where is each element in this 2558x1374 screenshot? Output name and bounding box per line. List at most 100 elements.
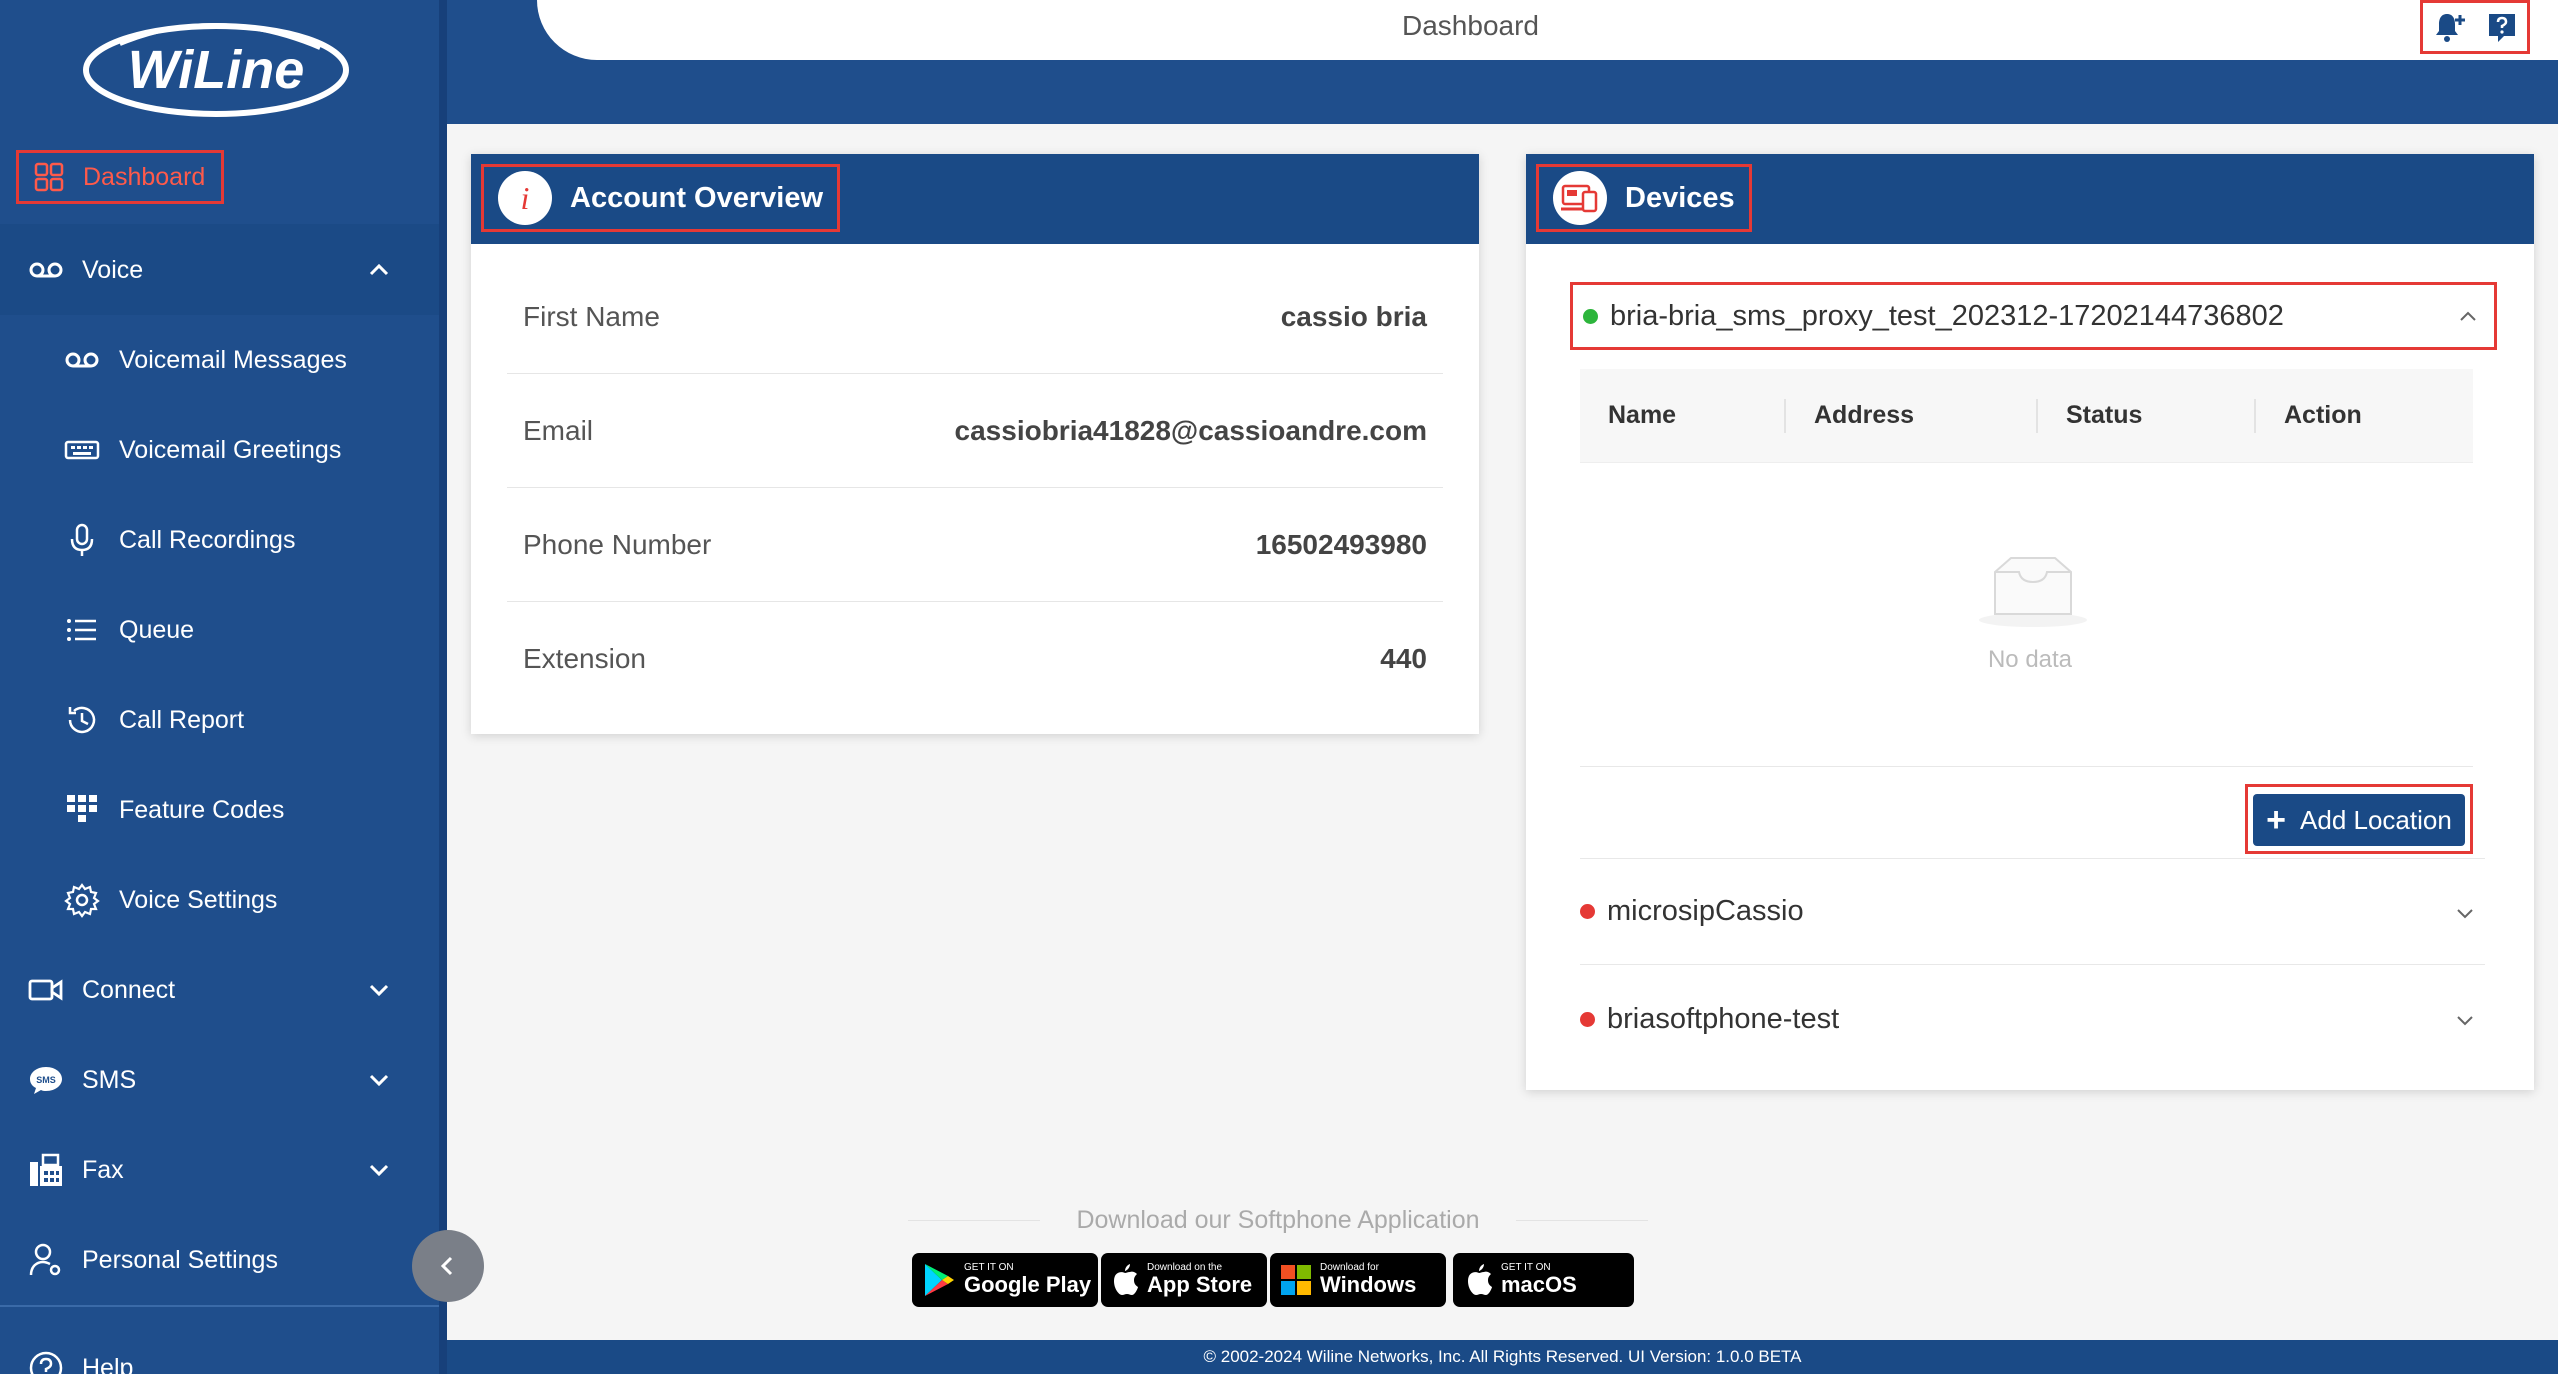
sidebar-item-voicemail-messages[interactable]: Voicemail Messages bbox=[0, 315, 439, 405]
sidebar-scrollbar[interactable] bbox=[439, 0, 447, 1374]
header-actions bbox=[2420, 0, 2530, 54]
google-play-icon bbox=[925, 1264, 954, 1296]
sms-bubble-icon: SMS bbox=[30, 1067, 62, 1094]
field-label: Email bbox=[523, 414, 594, 446]
chevron-left-icon bbox=[440, 1256, 453, 1276]
card-header: Devices bbox=[1526, 154, 2534, 244]
sidebar-item-fax[interactable]: Fax bbox=[0, 1125, 439, 1215]
video-camera-icon bbox=[28, 979, 63, 1001]
sidebar-item-voice-settings[interactable]: Voice Settings bbox=[0, 855, 439, 945]
history-icon bbox=[68, 706, 96, 734]
sidebar-item-feature-codes[interactable]: Feature Codes bbox=[0, 765, 439, 855]
microphone-icon bbox=[70, 523, 94, 556]
collapse-sidebar-button[interactable] bbox=[412, 1230, 484, 1302]
column-header-status: Status bbox=[2066, 401, 2143, 429]
device-row[interactable]: microsipCassio bbox=[1580, 859, 2485, 965]
locations-table-header: Name Address Status Action bbox=[1580, 369, 2473, 463]
page-title: Dashboard bbox=[1402, 10, 1539, 41]
sidebar-item-label: Connect bbox=[82, 975, 176, 1004]
badge-title: Google Play bbox=[964, 1272, 1092, 1297]
device-header-expanded[interactable]: bria-bria_sms_proxy_test_202312-17202144… bbox=[1570, 282, 2497, 350]
sidebar-item-label: Call Report bbox=[119, 705, 245, 734]
svg-text:i: i bbox=[521, 180, 530, 216]
empty-state-text: No data bbox=[1987, 646, 2073, 673]
user-settings-icon bbox=[29, 1243, 61, 1276]
help-icon[interactable] bbox=[2486, 11, 2518, 43]
sidebar-item-connect[interactable]: Connect bbox=[0, 945, 439, 1035]
google-play-badge[interactable]: GET IT ON Google Play bbox=[912, 1253, 1098, 1307]
column-header-action: Action bbox=[2284, 401, 2362, 429]
apple-icon bbox=[1114, 1264, 1138, 1295]
sidebar-item-label: Call Recordings bbox=[119, 525, 296, 554]
sidebar-item-label: Queue bbox=[119, 615, 195, 644]
sidebar-item-help[interactable]: Help bbox=[0, 1323, 439, 1374]
sidebar-item-sms[interactable]: SMS SMS bbox=[0, 1035, 439, 1125]
sidebar-item-label: Personal Settings bbox=[82, 1245, 278, 1274]
column-header-name: Name bbox=[1608, 401, 1677, 429]
card-header: i Account Overview bbox=[471, 154, 1479, 244]
sidebar-item-label: Fax bbox=[82, 1155, 124, 1184]
windows-badge[interactable]: Download for Windows bbox=[1270, 1253, 1446, 1307]
info-icon: i bbox=[498, 171, 552, 225]
field-label: Phone Number bbox=[523, 528, 712, 560]
svg-text:SMS: SMS bbox=[36, 1075, 56, 1085]
devices-icon bbox=[1553, 171, 1607, 225]
card-title: Account Overview bbox=[570, 181, 824, 214]
column-divider bbox=[2254, 399, 2256, 433]
sidebar: WiLine Dashboard Voice Voicemail Message… bbox=[0, 0, 447, 1374]
field-value: cassiobria41828@cassioandre.com bbox=[954, 414, 1427, 446]
chevron-down-icon bbox=[369, 1164, 389, 1177]
sidebar-item-label: Feature Codes bbox=[119, 795, 285, 824]
sidebar-item-queue[interactable]: Queue bbox=[0, 585, 439, 675]
app-store-badge[interactable]: Download on the App Store bbox=[1101, 1253, 1267, 1307]
sidebar-item-call-recordings[interactable]: Call Recordings bbox=[0, 495, 439, 585]
card-title: Devices bbox=[1625, 181, 1735, 214]
chevron-up-icon bbox=[369, 263, 389, 276]
macos-badge[interactable]: GET IT ON macOS bbox=[1453, 1253, 1634, 1307]
apple-icon bbox=[1468, 1264, 1492, 1295]
list-icon bbox=[67, 619, 96, 641]
chevron-up-icon bbox=[2460, 311, 2476, 321]
add-location-button[interactable]: + Add Location bbox=[2253, 794, 2465, 846]
device-row[interactable]: briasoftphone-test bbox=[1580, 966, 2485, 1072]
field-label: First Name bbox=[523, 300, 660, 332]
sidebar-item-dashboard[interactable]: Dashboard bbox=[16, 150, 224, 204]
sidebar-divider bbox=[0, 1305, 439, 1307]
sidebar-item-voice[interactable]: Voice bbox=[0, 225, 439, 315]
help-circle-icon bbox=[29, 1351, 63, 1374]
sidebar-item-call-report[interactable]: Call Report bbox=[0, 675, 439, 765]
account-row-extension: Extension 440 bbox=[507, 602, 1443, 716]
header-bar bbox=[537, 0, 2558, 60]
card-title-box: Devices bbox=[1536, 164, 1752, 232]
sidebar-item-label: SMS bbox=[82, 1065, 137, 1094]
badge-title: Windows bbox=[1320, 1272, 1417, 1297]
plus-icon: + bbox=[2266, 801, 2287, 839]
account-overview-card: i Account Overview First Name cassio bri… bbox=[471, 154, 1479, 734]
sidebar-item-label: Voice Settings bbox=[119, 885, 278, 914]
wiline-logo[interactable]: WiLine bbox=[80, 14, 352, 122]
device-name: briasoftphone-test bbox=[1607, 1002, 1840, 1035]
footer-copyright: © 2002-2024 Wiline Networks, Inc. All Ri… bbox=[447, 1340, 2558, 1374]
field-value: 16502493980 bbox=[1255, 528, 1427, 560]
column-divider bbox=[1784, 399, 1786, 433]
device-name: bria-bria_sms_proxy_test_202312-17202144… bbox=[1610, 299, 2284, 332]
card-title-box: i Account Overview bbox=[481, 164, 841, 232]
dialpad-icon bbox=[67, 795, 97, 822]
gear-icon bbox=[64, 883, 100, 918]
chevron-down-icon bbox=[2457, 1016, 2473, 1026]
account-row-phone-number: Phone Number 16502493980 bbox=[507, 488, 1443, 602]
sidebar-item-voicemail-greetings[interactable]: Voicemail Greetings bbox=[0, 405, 439, 495]
fax-icon bbox=[30, 1153, 62, 1186]
chevron-down-icon bbox=[2457, 909, 2473, 919]
windows-icon bbox=[1281, 1265, 1311, 1295]
devices-card: Devices bria-bria_sms_proxy_test_202312-… bbox=[1526, 154, 2534, 1090]
field-label: Extension bbox=[523, 643, 646, 674]
sidebar-item-personal-settings[interactable]: Personal Settings bbox=[0, 1215, 439, 1305]
grid-icon bbox=[34, 162, 64, 192]
badge-title: App Store bbox=[1147, 1272, 1253, 1297]
sidebar-item-label: Voicemail Messages bbox=[119, 345, 347, 374]
notification-bell-icon[interactable] bbox=[2433, 10, 2467, 44]
voicemail-icon bbox=[65, 352, 99, 368]
sidebar-item-label: Dashboard bbox=[83, 162, 206, 191]
add-location-highlight: + Add Location bbox=[2245, 784, 2473, 854]
